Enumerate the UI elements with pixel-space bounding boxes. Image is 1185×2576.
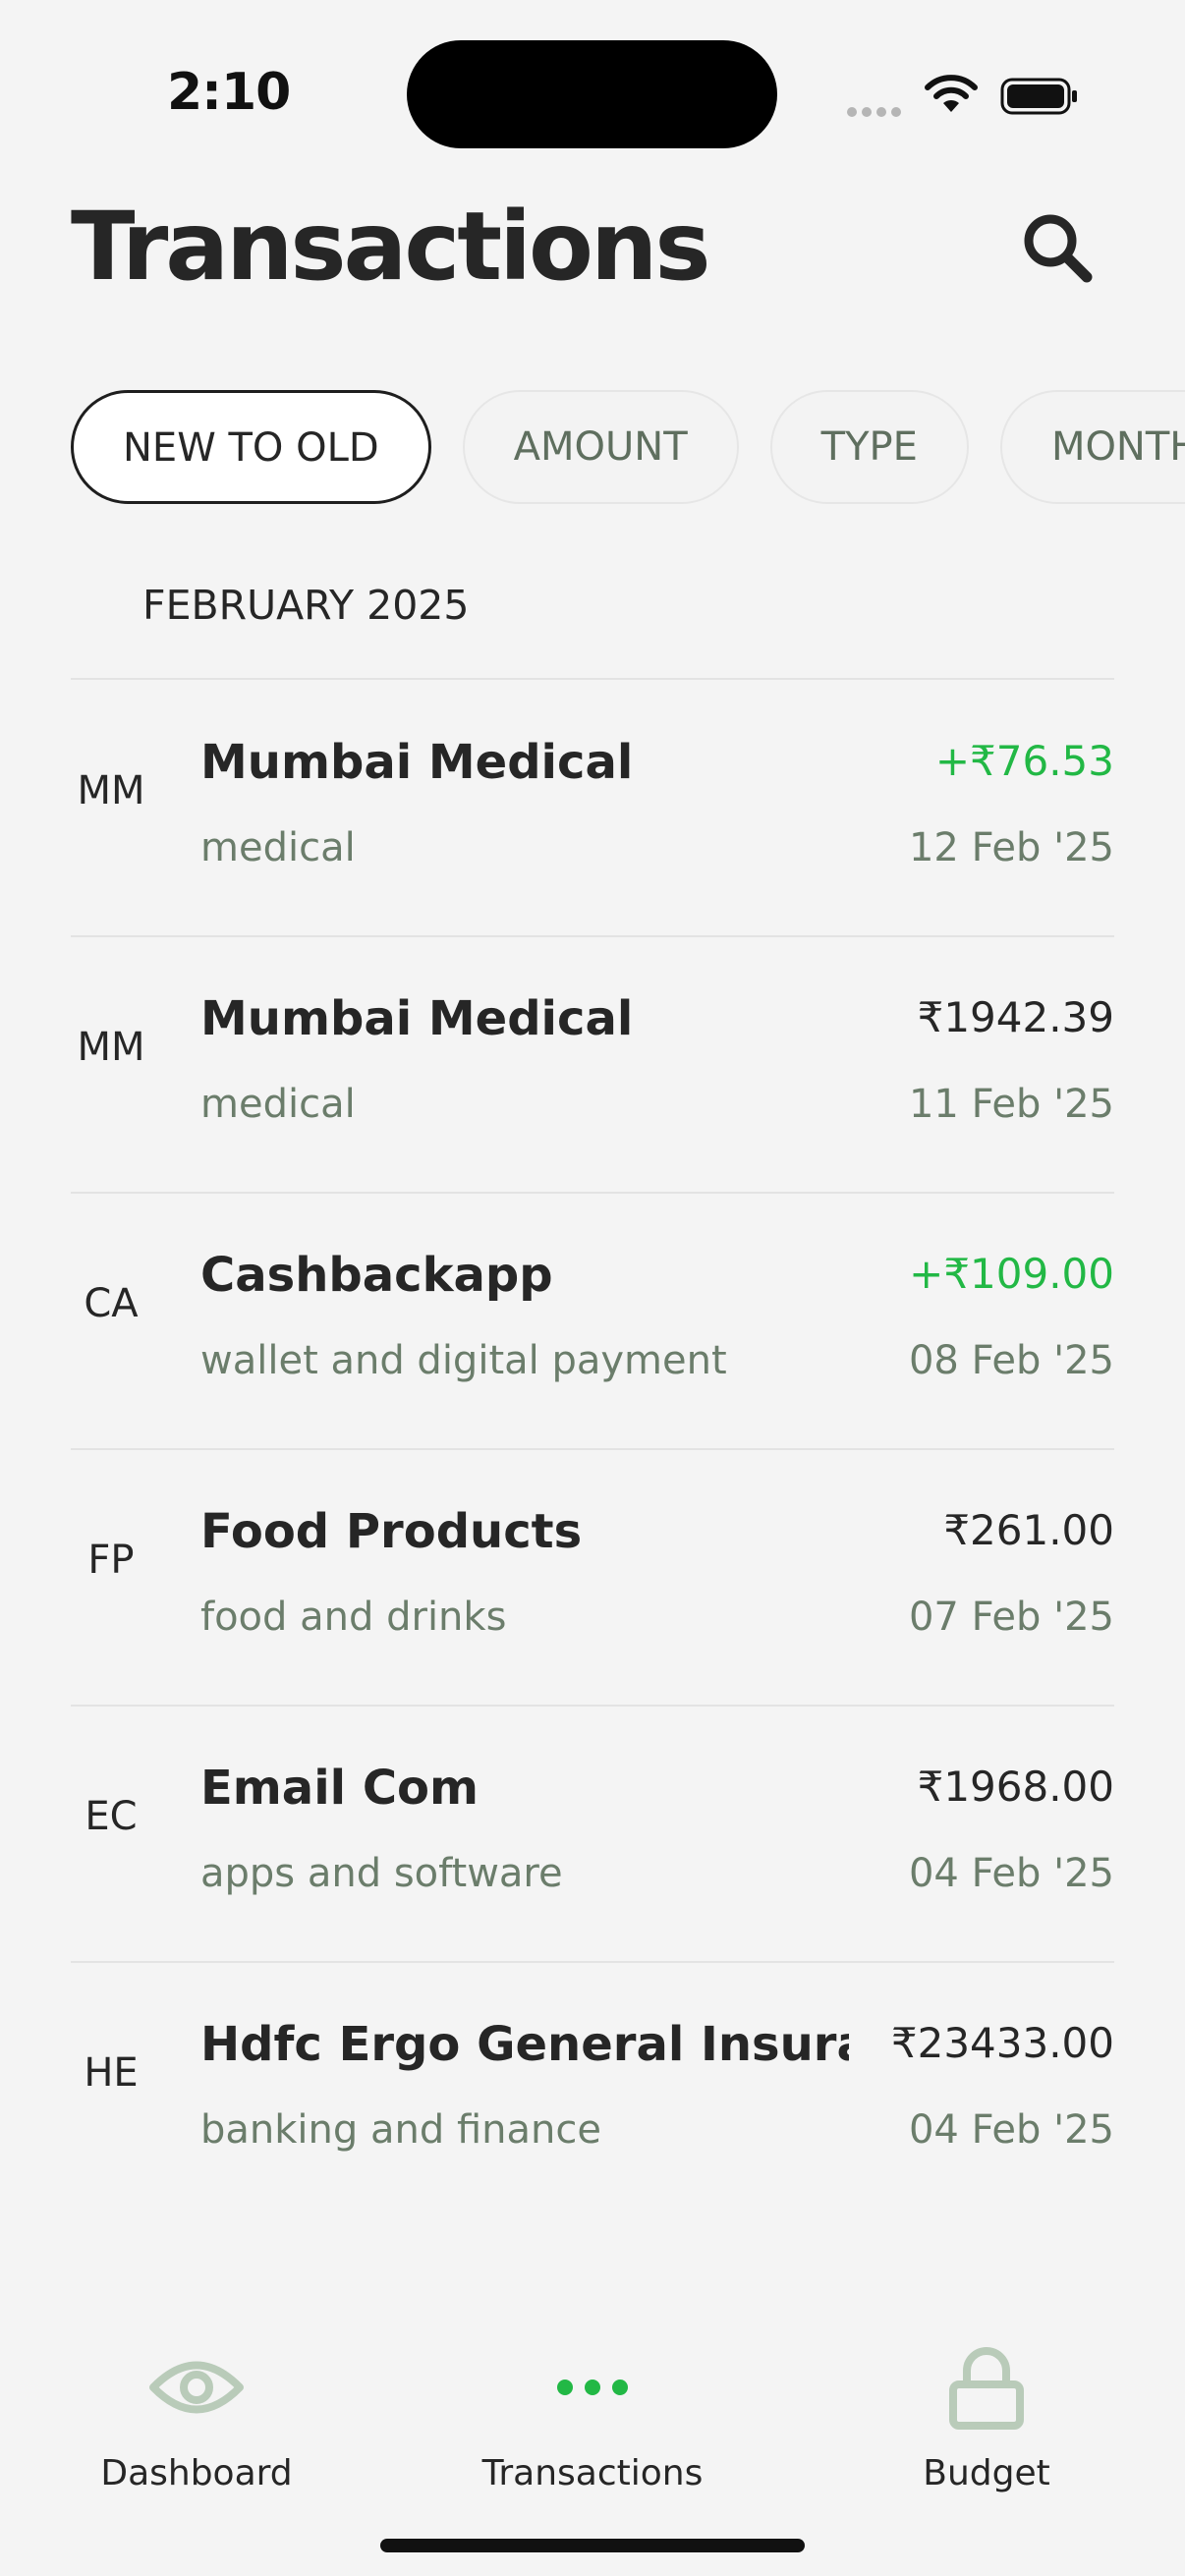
transaction-date: 07 Feb '25 bbox=[908, 1595, 1114, 1640]
transaction-amount: +₹109.00 bbox=[909, 1250, 1114, 1298]
nav-transactions-label: Transactions bbox=[481, 2453, 704, 2493]
transaction-name: Cashbackapp bbox=[200, 1248, 553, 1303]
transaction-initials: HE bbox=[84, 2050, 139, 2096]
wifi-icon bbox=[925, 75, 978, 112]
transaction-category: medical bbox=[200, 825, 356, 870]
home-indicator bbox=[380, 2539, 805, 2552]
filter-chip-month[interactable]: MONTH bbox=[999, 390, 1185, 504]
transaction-amount: +₹76.53 bbox=[934, 737, 1114, 785]
transaction-category: apps and software bbox=[200, 1851, 563, 1896]
transaction-initials: MM bbox=[77, 1025, 145, 1070]
nav-dashboard[interactable]: Dashboard bbox=[69, 2333, 324, 2493]
nav-budget[interactable]: Budget bbox=[859, 2333, 1114, 2493]
transaction-initials: MM bbox=[77, 768, 145, 813]
nav-transactions[interactable]: Transactions bbox=[465, 2333, 720, 2493]
transaction-row[interactable]: MM Mumbai Medical medical ₹1942.39 11 Fe… bbox=[71, 936, 1114, 1192]
transaction-initials: CA bbox=[84, 1281, 139, 1326]
transaction-name: Food Products bbox=[200, 1504, 583, 1559]
transactions-screen: 2:10 Transactions NEW TO OLD AMOUNT TYPE MO… bbox=[0, 0, 1185, 2576]
filter-chip-new-to-old[interactable]: NEW TO OLD bbox=[71, 390, 431, 504]
transaction-row[interactable]: FP Food Products food and drinks ₹261.00… bbox=[71, 1449, 1114, 1705]
transaction-amount: ₹1942.39 bbox=[917, 993, 1114, 1041]
transaction-row[interactable]: EC Email Com apps and software ₹1968.00 … bbox=[71, 1706, 1114, 1961]
cellular-signal-icon bbox=[847, 102, 906, 121]
transaction-category: banking and finance bbox=[200, 2107, 601, 2153]
transaction-date: 04 Feb '25 bbox=[908, 1851, 1114, 1896]
transaction-date: 08 Feb '25 bbox=[908, 1338, 1114, 1383]
transaction-initials: FP bbox=[87, 1538, 135, 1583]
eye-icon bbox=[149, 2361, 244, 2414]
transaction-category: medical bbox=[200, 1082, 356, 1127]
nav-dashboard-label: Dashboard bbox=[100, 2453, 293, 2493]
transaction-date: 04 Feb '25 bbox=[908, 2107, 1114, 2153]
search-icon[interactable] bbox=[1018, 208, 1097, 287]
filter-chip-type[interactable]: TYPE bbox=[769, 390, 969, 504]
transaction-name: Email Com bbox=[200, 1761, 480, 1816]
transaction-category: wallet and digital payment bbox=[200, 1338, 727, 1383]
filter-chip-amount[interactable]: AMOUNT bbox=[462, 390, 739, 504]
transaction-category: food and drinks bbox=[200, 1595, 507, 1640]
nav-budget-label: Budget bbox=[923, 2453, 1050, 2493]
transaction-date: 11 Feb '25 bbox=[908, 1082, 1114, 1127]
transaction-initials: EC bbox=[85, 1794, 138, 1839]
transaction-date: 12 Feb '25 bbox=[908, 825, 1114, 870]
more-dots-icon bbox=[557, 2380, 628, 2395]
transaction-row[interactable]: MM Mumbai Medical medical +₹76.53 12 Feb… bbox=[71, 680, 1114, 935]
battery-icon bbox=[1000, 78, 1077, 115]
filter-chips: NEW TO OLD AMOUNT TYPE MONTH bbox=[71, 390, 1185, 504]
transaction-amount: ₹23433.00 bbox=[890, 2019, 1114, 2067]
transaction-name: Mumbai Medical bbox=[200, 991, 634, 1046]
month-header: FEBRUARY 2025 bbox=[142, 582, 470, 629]
status-time: 2:10 bbox=[167, 63, 291, 122]
lock-icon bbox=[949, 2347, 1024, 2430]
transaction-name: Hdfc Ergo General Insuran... bbox=[200, 2017, 849, 2072]
transaction-row[interactable]: CA Cashbackapp wallet and digital paymen… bbox=[71, 1193, 1114, 1448]
dynamic-island bbox=[407, 40, 777, 148]
transaction-row[interactable]: HE Hdfc Ergo General Insuran... banking … bbox=[71, 1962, 1114, 2217]
transaction-amount: ₹1968.00 bbox=[917, 1763, 1114, 1811]
transaction-name: Mumbai Medical bbox=[200, 735, 634, 790]
transaction-amount: ₹261.00 bbox=[943, 1506, 1114, 1554]
page-title: Transactions bbox=[71, 192, 710, 302]
